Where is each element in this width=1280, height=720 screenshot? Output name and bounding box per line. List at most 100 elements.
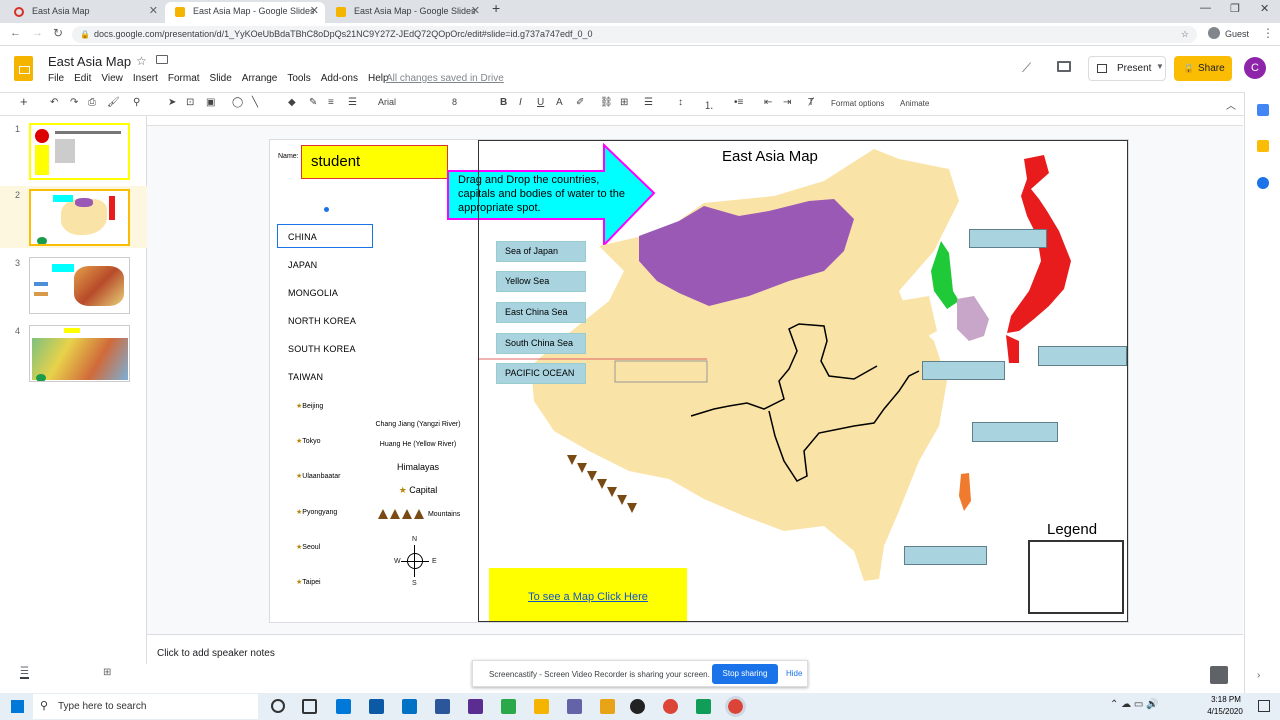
animate-button[interactable]: Animate [900, 99, 929, 108]
border-color-icon[interactable]: ✎ [309, 97, 317, 108]
slide-thumbnail-4[interactable]: 4 [0, 322, 147, 384]
shape-icon[interactable]: ◯ [232, 97, 243, 108]
menu-tools[interactable]: Tools [287, 73, 310, 84]
minimize-button[interactable]: — [1200, 2, 1211, 14]
file-explorer-icon[interactable] [534, 699, 549, 714]
link-icon[interactable]: ⛓ [600, 97, 613, 108]
clock-date[interactable]: 4/15/2020 [1203, 707, 1247, 716]
explore-icon[interactable] [1210, 666, 1228, 684]
select-icon[interactable]: ➤ [168, 97, 176, 108]
label-sea-of-japan[interactable]: Sea of Japan [496, 241, 586, 262]
slide-thumbnail-3[interactable]: 3 [0, 254, 147, 316]
app-icon[interactable] [468, 699, 483, 714]
system-tray-icons[interactable]: ⌃ ☁ ▭ 🔊 [1110, 699, 1159, 710]
label-south-china-sea[interactable]: South China Sea [496, 333, 586, 354]
share-button[interactable]: 🔒 Share [1174, 56, 1232, 81]
task-view-icon[interactable] [302, 699, 317, 714]
slides-logo-icon[interactable] [14, 56, 33, 81]
line-spacing-icon[interactable]: ↕ [678, 97, 683, 108]
clock-time[interactable]: 3:18 PM [1208, 695, 1244, 704]
label-mountains-key[interactable]: Mountains [378, 509, 460, 519]
app-icon[interactable] [501, 699, 516, 714]
label-yellow-sea[interactable]: Yellow Sea [496, 271, 586, 292]
browser-tab-1[interactable]: East Asia Map ✕ [4, 2, 164, 23]
back-icon[interactable]: ← [10, 27, 21, 39]
align-icon[interactable]: ☰ [644, 97, 653, 108]
label-taipei[interactable]: ★Taipei [296, 578, 321, 586]
stop-sharing-button[interactable]: Stop sharing [712, 664, 778, 684]
redo-icon[interactable]: ↷ [70, 97, 78, 108]
label-capital-key[interactable]: ★ Capital [378, 485, 458, 496]
paint-format-icon[interactable]: 🖌 [107, 97, 120, 108]
label-tokyo[interactable]: ★Tokyo [296, 437, 321, 445]
chrome-icon[interactable] [663, 699, 678, 714]
print-icon[interactable]: ⎙ [88, 97, 96, 108]
slide[interactable]: Name: student Drag and Drop the countrie… [269, 139, 1129, 623]
grid-view-icon[interactable]: ⊞ [103, 667, 111, 678]
slide-thumbnail-1[interactable]: 1 [0, 120, 147, 182]
close-icon[interactable]: ✕ [471, 2, 480, 21]
window-close-button[interactable]: ✕ [1260, 2, 1269, 15]
hide-button[interactable]: Hide [786, 669, 802, 678]
expand-panel-icon[interactable]: › [1257, 670, 1260, 681]
chrome-active-icon[interactable] [725, 696, 746, 717]
rotate-handle[interactable] [324, 207, 329, 212]
chevron-down-icon[interactable]: ▼ [1156, 62, 1164, 71]
star-icon[interactable]: ☆ [136, 54, 147, 68]
fill-color-icon[interactable]: ◆ [288, 97, 296, 108]
new-tab-button[interactable]: + [492, 0, 500, 16]
profile-icon[interactable] [1208, 27, 1220, 39]
close-icon[interactable]: ✕ [310, 2, 319, 21]
teams-icon[interactable] [567, 699, 582, 714]
label-east-china-sea[interactable]: East China Sea [496, 302, 586, 323]
present-button[interactable]: Present [1088, 56, 1166, 81]
underline-icon[interactable]: U [537, 97, 544, 108]
numbered-list-icon[interactable]: ⒈ [704, 97, 714, 112]
move-folder-icon[interactable] [156, 55, 168, 64]
reload-icon[interactable]: ↻ [53, 26, 63, 40]
undo-icon[interactable]: ↶ [50, 97, 58, 108]
keep-icon[interactable] [1257, 140, 1269, 152]
drop-target[interactable] [904, 546, 987, 565]
menu-addons[interactable]: Add-ons [321, 73, 358, 84]
url-input[interactable]: 🔒 docs.google.com/presentation/d/1_YyKOe… [72, 26, 1197, 43]
menu-format[interactable]: Format [168, 73, 200, 84]
profile-label[interactable]: Guest [1225, 29, 1249, 39]
format-options-button[interactable]: Format options [831, 99, 884, 108]
text-box-icon[interactable]: ⊡ [186, 97, 194, 108]
name-field[interactable]: student [301, 145, 448, 179]
label-china[interactable]: CHINA [288, 232, 317, 242]
slide-thumbnail-2[interactable]: 2 [0, 186, 147, 248]
map-link[interactable]: To see a Map Click Here [489, 591, 687, 603]
word-icon[interactable] [435, 699, 450, 714]
app-icon[interactable] [696, 699, 711, 714]
menu-file[interactable]: File [48, 73, 64, 84]
drop-target[interactable] [969, 229, 1047, 248]
label-south-korea[interactable]: SOUTH KOREA [288, 344, 356, 354]
avatar[interactable]: C [1244, 57, 1266, 79]
label-beijing[interactable]: ★Beijing [296, 402, 323, 410]
border-weight-icon[interactable]: ≡ [328, 97, 334, 108]
drop-target[interactable] [972, 422, 1058, 442]
increase-indent-icon[interactable]: ⇥ [783, 97, 791, 108]
text-color-icon[interactable]: A [556, 97, 563, 108]
border-dash-icon[interactable]: ☰ [348, 97, 357, 108]
star-icon[interactable]: ☆ [1181, 26, 1189, 43]
image-icon[interactable]: ▣ [206, 97, 215, 108]
italic-icon[interactable]: I [519, 97, 522, 108]
browser-tab-3[interactable]: East Asia Map - Google Slides ✕ [326, 2, 486, 23]
comments-icon[interactable] [1057, 61, 1071, 72]
menu-arrange[interactable]: Arrange [242, 73, 278, 84]
taskbar-search-input[interactable]: ⚲ Type here to search [33, 694, 258, 719]
activity-icon[interactable]: ⟋ [1022, 60, 1031, 76]
menu-insert[interactable]: Insert [133, 73, 158, 84]
compass-rose-icon[interactable]: N S W E [392, 536, 438, 588]
save-status[interactable]: All changes saved in Drive [386, 73, 504, 84]
tasks-icon[interactable] [1257, 177, 1269, 189]
maximize-button[interactable]: ❐ [1230, 2, 1240, 15]
drop-target[interactable] [1038, 346, 1127, 366]
clear-format-icon[interactable]: Ⱦ [808, 97, 814, 108]
label-taiwan[interactable]: TAIWAN [288, 372, 323, 382]
label-mongolia[interactable]: MONGOLIA [288, 288, 338, 298]
label-japan[interactable]: JAPAN [288, 260, 317, 270]
